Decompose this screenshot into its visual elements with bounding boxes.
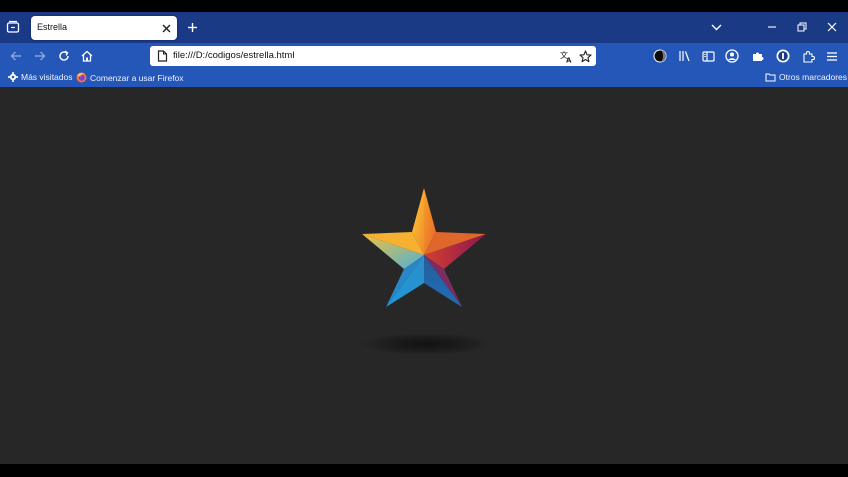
restore-icon	[797, 22, 807, 32]
reload-button[interactable]	[55, 47, 73, 65]
bookmark-label: Comenzar a usar Firefox	[90, 72, 184, 83]
page-icon	[157, 50, 167, 62]
star-shadow	[362, 333, 490, 355]
extensions-button[interactable]	[799, 47, 817, 65]
bookmark-star-icon	[578, 49, 592, 62]
gradient-star	[362, 188, 486, 307]
dark-mode-button[interactable]	[651, 47, 669, 65]
extension-icon	[752, 52, 763, 61]
other-bookmarks[interactable]: Otros marcadores	[765, 72, 847, 82]
address-bar[interactable]: file:///D:/codigos/estrella.html 文 A	[150, 46, 596, 66]
navigation-toolbar: file:///D:/codigos/estrella.html 文 A	[0, 43, 848, 69]
dark-mode-icon	[653, 49, 667, 63]
svg-text:A: A	[566, 56, 572, 63]
tab-list-button[interactable]	[3, 17, 23, 37]
bookmark-label: Más visitados	[21, 72, 73, 82]
library-button[interactable]	[675, 47, 693, 65]
plus-icon	[187, 22, 197, 32]
translate-button[interactable]: 文 A	[558, 48, 574, 64]
tab-close-button[interactable]	[159, 21, 173, 35]
tab-strip: Estrella	[0, 12, 848, 43]
account-button[interactable]	[723, 47, 741, 65]
page-content	[0, 87, 848, 464]
close-icon	[827, 22, 837, 32]
menu-button[interactable]	[823, 47, 841, 65]
translate-icon: 文 A	[560, 50, 572, 63]
forward-icon	[35, 51, 46, 61]
tab-list-icon	[6, 20, 20, 33]
minimize-button[interactable]	[762, 18, 782, 36]
vpn-icon	[776, 49, 790, 63]
bookmarks-toolbar: Más visitados Comenzar a usar Firefox Ot…	[0, 69, 848, 87]
folder-icon	[765, 73, 776, 82]
gear-icon	[8, 72, 18, 82]
bookmark-page-button[interactable]	[577, 48, 593, 64]
back-icon	[10, 51, 21, 61]
restore-button[interactable]	[792, 18, 812, 36]
extensions-puzzle-icon	[802, 50, 815, 63]
minimize-icon	[768, 26, 776, 28]
forward-button[interactable]	[31, 47, 49, 65]
list-all-tabs-button[interactable]	[706, 18, 726, 36]
bookmark-get-started[interactable]: Comenzar a usar Firefox	[76, 72, 184, 83]
page-info-button[interactable]	[154, 48, 170, 64]
extension-button[interactable]	[748, 47, 766, 65]
url-text[interactable]: file:///D:/codigos/estrella.html	[173, 50, 294, 61]
bookmark-most-visited[interactable]: Más visitados	[8, 72, 73, 82]
home-icon	[81, 50, 93, 62]
vpn-button[interactable]	[774, 47, 792, 65]
bottom-edge	[0, 464, 848, 477]
account-icon	[725, 49, 739, 63]
close-window-button[interactable]	[822, 18, 842, 36]
home-button[interactable]	[78, 47, 96, 65]
firefox-icon	[76, 72, 87, 83]
close-icon	[162, 24, 170, 32]
back-button[interactable]	[7, 47, 25, 65]
tab-title: Estrella	[37, 22, 68, 32]
sidebar-icon	[701, 50, 715, 62]
chevron-down-icon	[711, 24, 721, 30]
sidebar-button[interactable]	[699, 47, 717, 65]
tab-estrella[interactable]: Estrella	[31, 16, 177, 40]
reload-icon	[59, 50, 69, 61]
library-icon	[678, 51, 690, 62]
other-bookmarks-label: Otros marcadores	[779, 72, 848, 82]
menu-icon	[827, 51, 837, 61]
new-tab-button[interactable]	[183, 18, 201, 36]
screen: Estrella file:///D:/codigos/estrella.htm…	[0, 0, 848, 477]
